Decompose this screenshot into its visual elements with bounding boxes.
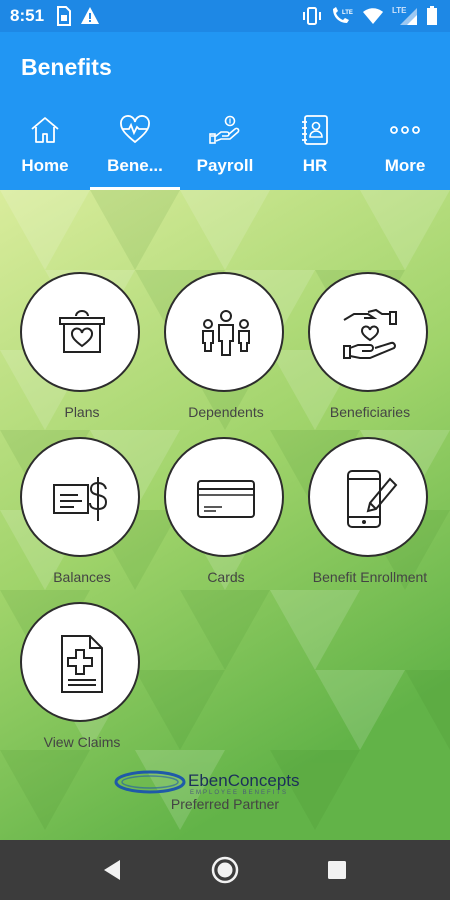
- partner-logo-text: EbenConcepts: [188, 771, 300, 790]
- tile-circle: [20, 602, 140, 722]
- ebenconcepts-logo: EbenConcepts EMPLOYEE BENEFITS: [114, 770, 300, 796]
- tile-circle: [164, 437, 284, 557]
- tile-circle: [308, 272, 428, 392]
- tab-label: Payroll: [196, 156, 254, 175]
- status-bar: 8:51 LTE LTE: [0, 0, 450, 32]
- hand-coin-icon: [209, 115, 240, 144]
- system-nav-bar: [0, 840, 450, 900]
- home-circle-icon[interactable]: [210, 855, 240, 885]
- benefits-menu: Plans Dependents Beneficiaries Balances …: [0, 190, 450, 840]
- partner-caption: Preferred Partner: [170, 796, 280, 812]
- tab-bar: Home Bene... Payroll HR More: [0, 112, 450, 190]
- recents-icon[interactable]: [322, 855, 352, 885]
- status-time: 8:51: [10, 6, 45, 25]
- tile-circle: [308, 437, 428, 557]
- page-title: Benefits: [21, 54, 112, 80]
- wifi-calling-lte-icon: LTE: [333, 7, 353, 23]
- home-icon: [31, 117, 59, 143]
- tab-label: HR: [302, 156, 328, 175]
- partner-branding: EbenConcepts EMPLOYEE BENEFITS Preferred…: [0, 768, 450, 828]
- tile-label: Benefit Enrollment: [312, 569, 428, 585]
- tile-circle: [20, 437, 140, 557]
- battery-icon: [427, 6, 437, 25]
- medical-document-icon: [61, 635, 103, 693]
- app-bar: Benefits Home Bene... Payroll HR More: [0, 32, 450, 190]
- tile-circle: [20, 272, 140, 392]
- more-dots-icon: [390, 126, 420, 134]
- heart-pulse-icon: [120, 115, 150, 144]
- tab-benefits[interactable]: Bene...: [90, 112, 180, 190]
- signal-lte-icon: [400, 8, 417, 25]
- dollar-document-icon: [53, 477, 108, 521]
- svg-text:LTE: LTE: [342, 10, 353, 16]
- contact-book-icon: [302, 115, 328, 145]
- wifi-icon: [363, 8, 383, 24]
- tab-more[interactable]: More: [360, 112, 450, 190]
- tile-label: Beneficiaries: [329, 404, 411, 420]
- bag-heart-icon: [59, 310, 105, 353]
- tab-hr[interactable]: HR: [270, 112, 360, 190]
- tab-label: Bene...: [107, 156, 163, 175]
- tab-label: Home: [21, 156, 69, 175]
- tile-circle: [164, 272, 284, 392]
- phone-pen-icon: [347, 470, 398, 528]
- family-icon: [202, 310, 250, 356]
- tab-payroll[interactable]: Payroll: [180, 112, 270, 190]
- tab-label: More: [384, 156, 426, 175]
- hands-heart-icon: [343, 308, 397, 359]
- sim-card-icon: [57, 6, 71, 26]
- back-icon[interactable]: [98, 855, 128, 885]
- tile-label: View Claims: [43, 734, 121, 750]
- credit-card-icon: [197, 480, 255, 518]
- vibrate-icon: [303, 7, 321, 25]
- tab-home[interactable]: Home: [0, 112, 90, 190]
- warning-icon: [81, 7, 99, 24]
